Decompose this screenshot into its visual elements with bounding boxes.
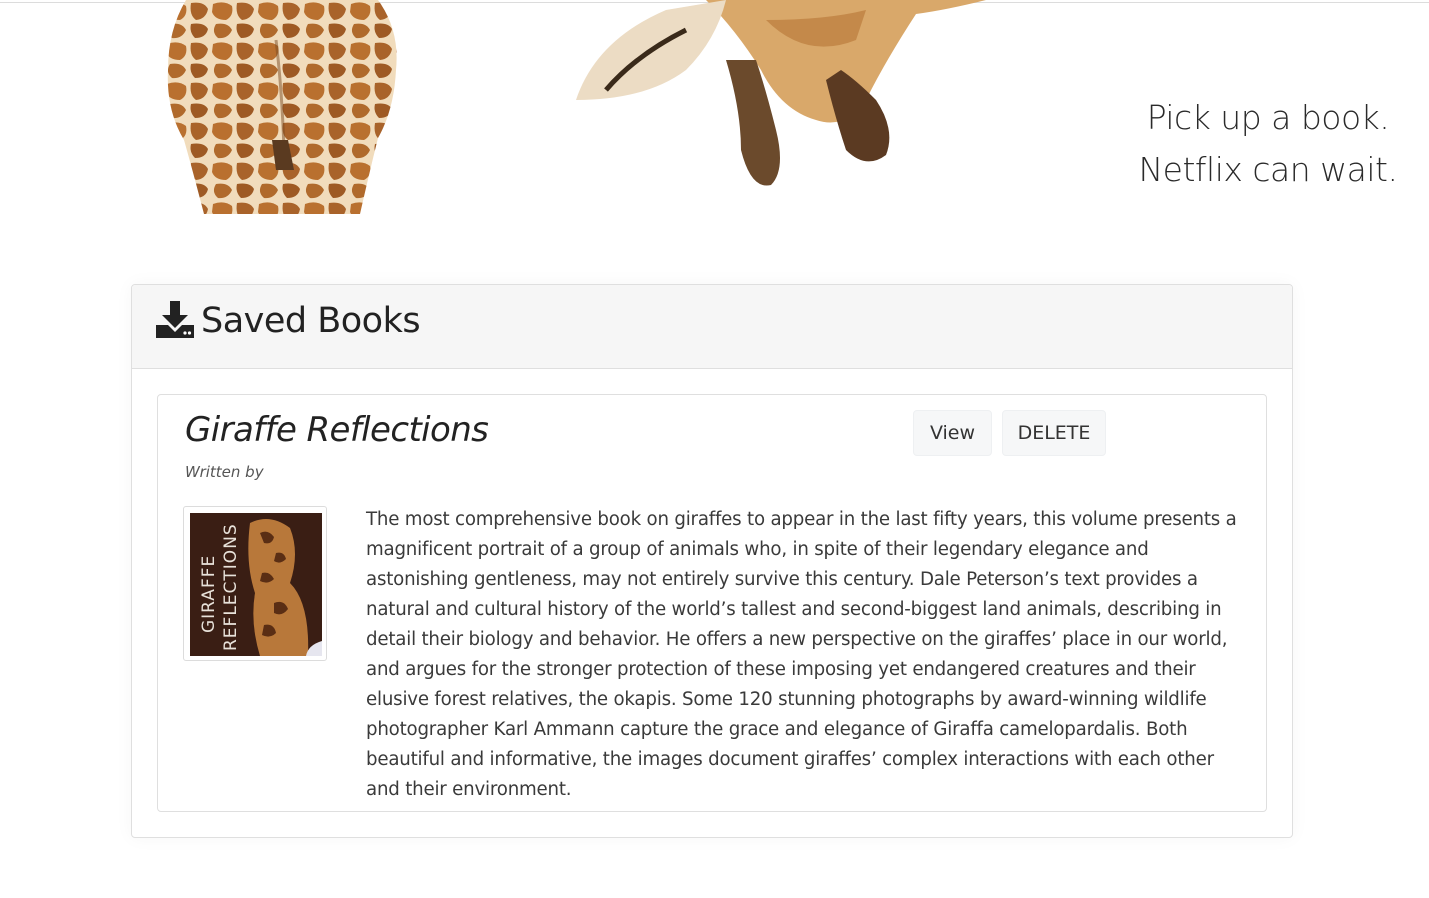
view-button[interactable]: View [913,410,992,456]
hero-tagline: Pick up a book. Netflix can wait. [1110,92,1426,196]
saved-books-card: Saved Books Giraffe Reflections Written … [131,284,1293,838]
saved-books-header: Saved Books [132,285,1292,369]
tagline-line-2: Netflix can wait. [1138,150,1398,189]
delete-button[interactable]: DELETE [1002,410,1106,456]
giraffe-head-image [576,0,986,186]
book-cover-image: GIRAFFE REFLECTIONS [190,513,322,656]
tagline-line-1: Pick up a book. [1146,98,1390,137]
book-author: Written by [185,463,264,481]
page-title: Saved Books [201,301,421,341]
download-icon [156,301,194,338]
hero-banner: Pick up a book. Netflix can wait. [0,0,1429,220]
book-title: Giraffe Reflections [185,410,489,450]
book-description: The most comprehensive book on giraffes … [366,509,1237,800]
giraffe-body-image [167,0,397,214]
book-card: Giraffe Reflections Written by View DELE… [157,394,1267,812]
cover-title-line-2: REFLECTIONS [221,523,241,651]
book-cover-thumbnail[interactable]: GIRAFFE REFLECTIONS [183,506,327,661]
cover-title-line-1: GIRAFFE [199,555,219,633]
